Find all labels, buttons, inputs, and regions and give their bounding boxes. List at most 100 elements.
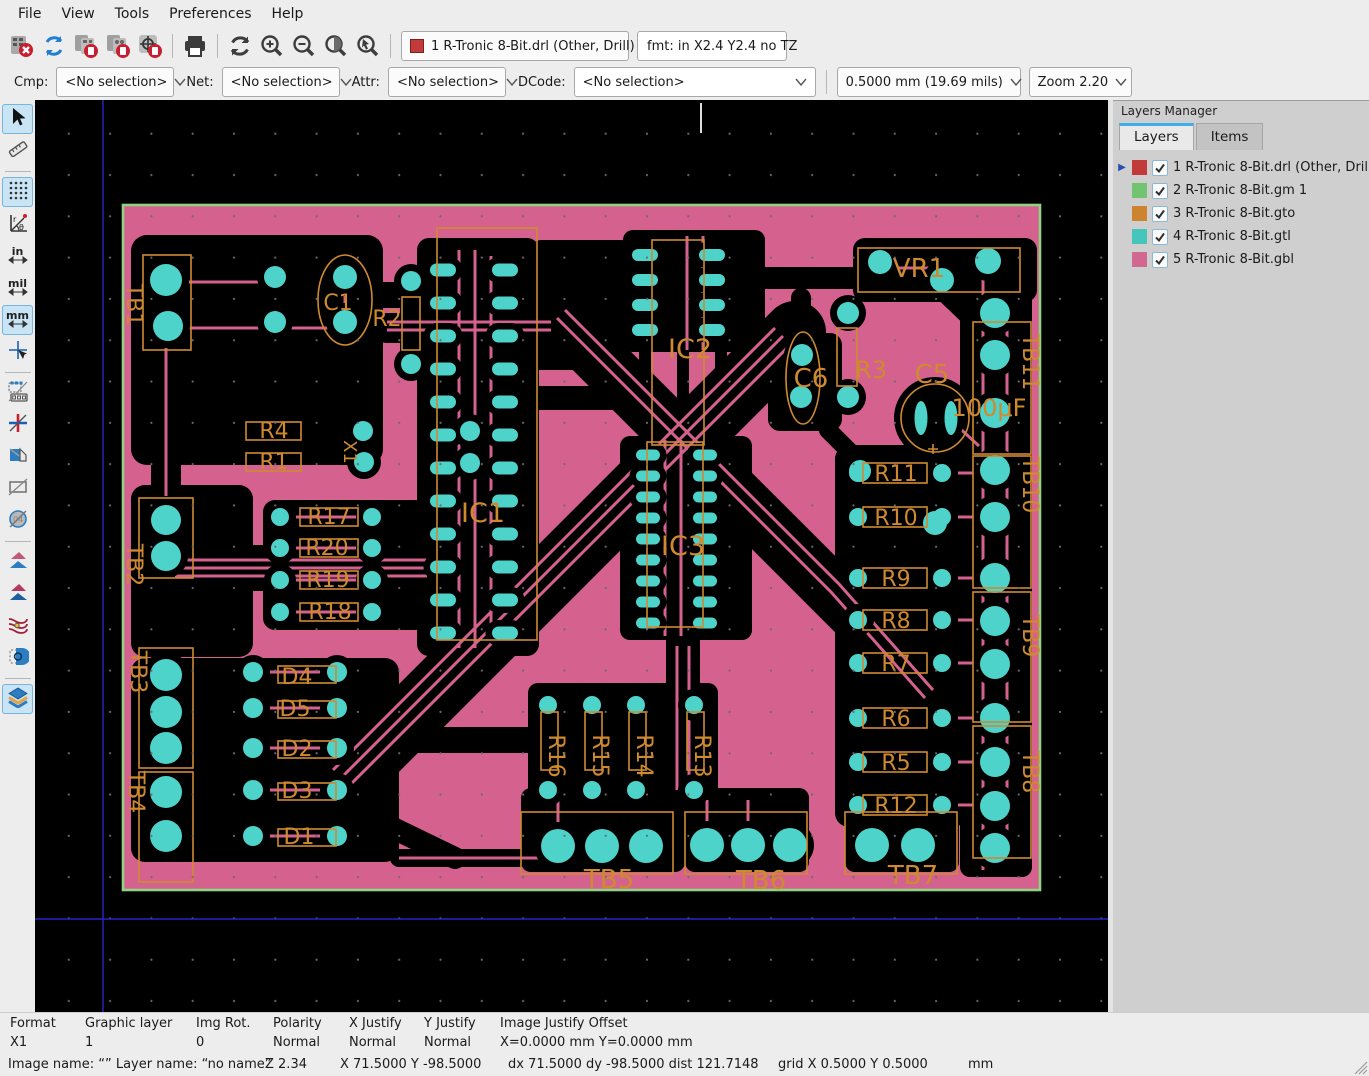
active-layer-combo[interactable]: 1 R-Tronic 8-Bit.drl (Other, Drill) (401, 31, 629, 61)
chevron-down-icon (174, 75, 186, 90)
measure-tool-button[interactable] (2, 136, 33, 166)
menu-tools[interactable]: Tools (105, 2, 160, 26)
status-cursor-position: X 71.5000 Y -98.5000 (340, 1057, 481, 1072)
footprints-sketch-icon (7, 380, 29, 406)
layer-color-swatch[interactable] (1132, 160, 1147, 175)
menu-bar: File View Tools Preferences Help (0, 0, 1369, 28)
zoom-in-button[interactable] (257, 31, 287, 61)
net-select[interactable]: <No selection> (222, 67, 340, 97)
grid-size-select[interactable]: 0.5000 mm (19.69 mils) (837, 67, 1021, 97)
units-mm-icon: mm (2, 311, 33, 329)
window-resize-grip[interactable] (1354, 1061, 1368, 1075)
tab-items[interactable]: Items (1196, 123, 1264, 150)
flashed-items-icon (7, 444, 29, 470)
show-dcodes-toggle-button[interactable] (2, 643, 33, 673)
open-drill-icon (105, 33, 131, 59)
image-status-bar: FormatX1Graphic layer1Img Rot.0PolarityN… (0, 1012, 1369, 1055)
sketch-footprints-toggle-button[interactable] (2, 378, 33, 408)
flashed-items-mode-button[interactable] (2, 442, 33, 472)
grid-icon (7, 179, 29, 205)
chevron-down-icon (1010, 75, 1022, 90)
open-gerber-files-button[interactable] (71, 31, 101, 61)
layer-row[interactable]: 4 R-Tronic 8-Bit.gtl (1115, 225, 1367, 248)
status-field: X JustifyNormal (349, 1016, 402, 1054)
layers-manager-title: Layers Manager (1113, 100, 1369, 121)
attribute-select[interactable]: <No selection> (388, 67, 506, 97)
toolbar-separator (5, 171, 31, 172)
diff-mode-toggle-button[interactable] (2, 547, 33, 577)
layer-visibility-checkbox[interactable] (1152, 160, 1168, 176)
tab-layers[interactable]: Layers (1119, 123, 1194, 150)
clear-all-layers-button[interactable] (7, 31, 37, 61)
status-grid: grid X 0.5000 Y 0.5000 (778, 1057, 928, 1072)
clear-layers-icon (9, 33, 35, 59)
negative-objects-toggle-button[interactable] (2, 611, 33, 641)
grid-toggle-button[interactable] (2, 177, 33, 207)
position-status-bar: Image name: “” Layer name: “no name” Z 2… (0, 1055, 1369, 1076)
attr-label: Attr: (352, 75, 380, 90)
grid-size-value: 0.5000 mm (19.69 mils) (846, 75, 1003, 90)
flip-view-toggle-button[interactable] (2, 410, 33, 440)
status-field-header: Format (10, 1016, 56, 1035)
dcode-select[interactable]: <No selection> (574, 67, 816, 97)
print-button[interactable] (180, 31, 210, 61)
status-field-header: Image Justify Offset (500, 1016, 693, 1035)
layer-row[interactable]: 2 R-Tronic 8-Bit.gm 1 (1115, 179, 1367, 202)
pcb-canvas[interactable]: TB1C1R2R4R1X1R17R20R19R18IC1IC2IC3C6R3C5… (35, 100, 1108, 1012)
status-field-header: Polarity (273, 1016, 322, 1035)
xor-mode-toggle-button[interactable] (2, 579, 33, 609)
layer-row[interactable]: 5 R-Tronic 8-Bit.gbl (1115, 248, 1367, 271)
layer-color-swatch[interactable] (1132, 183, 1147, 198)
polygons-mode-button[interactable]: 04 (2, 506, 33, 536)
gerber-format-info: fmt: in X2.4 Y2.4 no TZ (647, 39, 797, 54)
layer-row[interactable]: ▶1 R-Tronic 8-Bit.drl (Other, Drill) (1115, 156, 1367, 179)
layer-color-swatch[interactable] (1132, 252, 1147, 267)
open-autodetected-files-button[interactable] (135, 31, 165, 61)
units-inch-button[interactable]: in (2, 241, 33, 271)
units-inch-icon: in (2, 247, 33, 265)
cursor-shape-toggle-button[interactable] (2, 337, 33, 367)
reload-all-layers-button[interactable] (39, 31, 69, 61)
chevron-down-icon (795, 75, 807, 90)
layer-row[interactable]: 3 R-Tronic 8-Bit.gto (1115, 202, 1367, 225)
zoom-to-fit-button[interactable] (321, 31, 351, 61)
status-field: Img Rot.0 (196, 1016, 251, 1054)
open-autodetect-icon (137, 33, 163, 59)
layer-visibility-checkbox[interactable] (1152, 229, 1168, 245)
menu-file[interactable]: File (8, 2, 51, 26)
polar-coords-toggle-button[interactable]: rθ (2, 209, 33, 239)
zoom-out-button[interactable] (289, 31, 319, 61)
layer-visibility-checkbox[interactable] (1152, 252, 1168, 268)
zoom-level-select[interactable]: Zoom 2.20 (1029, 67, 1132, 97)
component-select[interactable]: <No selection> (56, 67, 174, 97)
layer-color-swatch[interactable] (1132, 229, 1147, 244)
units-mm-button[interactable]: mm (2, 305, 33, 335)
layers-manager-toggle-button[interactable] (2, 684, 33, 714)
open-drill-files-button[interactable] (103, 31, 133, 61)
lines-mode-button[interactable] (2, 474, 33, 504)
dcodes-icon (7, 645, 29, 671)
menu-help[interactable]: Help (262, 2, 314, 26)
layers-manager-icon (7, 686, 29, 712)
status-field-header: Graphic layer (85, 1016, 172, 1035)
menu-view[interactable]: View (51, 2, 104, 26)
toolbar-separator (172, 34, 173, 58)
status-field: Image Justify OffsetX=0.0000 mm Y=0.0000… (500, 1016, 693, 1054)
status-field-value: 0 (196, 1035, 251, 1054)
status-field: Y JustifyNormal (424, 1016, 476, 1054)
refresh-view-button[interactable] (225, 31, 255, 61)
dcode-select-value: <No selection> (583, 75, 685, 90)
status-field-header: X Justify (349, 1016, 402, 1035)
layer-visibility-checkbox[interactable] (1152, 183, 1168, 199)
toolbar-separator (390, 34, 391, 58)
layer-color-swatch[interactable] (1132, 206, 1147, 221)
zoom-to-selection-button[interactable] (353, 31, 383, 61)
units-mil-button[interactable]: mil (2, 273, 33, 303)
units-mil-icon: mil (2, 279, 33, 297)
gerbview-window: File View Tools Preferences Help (0, 0, 1369, 1076)
menu-preferences[interactable]: Preferences (159, 2, 261, 26)
pointer-tool-button[interactable] (2, 104, 33, 134)
toolbar-separator (217, 34, 218, 58)
status-field: FormatX1 (10, 1016, 56, 1054)
layer-visibility-checkbox[interactable] (1152, 206, 1168, 222)
